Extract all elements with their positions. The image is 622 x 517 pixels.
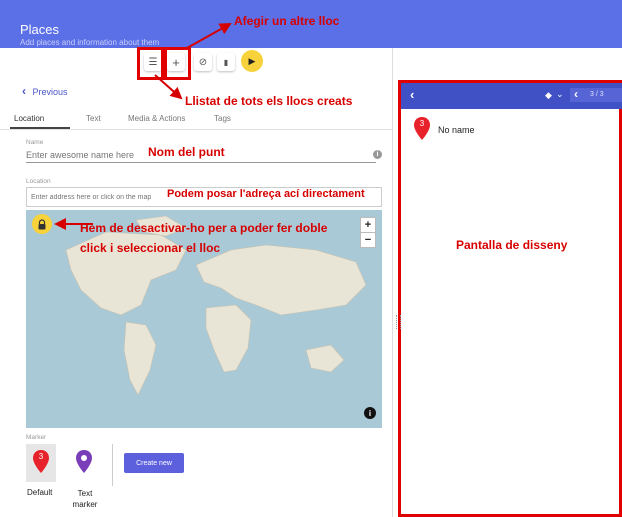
annotation-arrows <box>54 23 232 230</box>
annotation-deactivate-lock: Hem de desactivar-ho per a poder fer dob… <box>80 218 327 258</box>
annotation-design-screen: Pantalla de disseny <box>456 238 568 252</box>
annotation-deactivate-line2: click i seleccionar el lloc <box>80 241 221 255</box>
annotation-deactivate-line1: Hem de desactivar-ho per a poder fer dob… <box>80 221 328 235</box>
annotation-add-place: Afegir un altre lloc <box>234 14 340 28</box>
annotation-address: Podem posar l'adreça ací directament <box>167 188 365 200</box>
annotation-point-name: Nom del punt <box>148 145 225 159</box>
annotation-list-places: Llistat de tots els llocs creats <box>185 94 353 108</box>
